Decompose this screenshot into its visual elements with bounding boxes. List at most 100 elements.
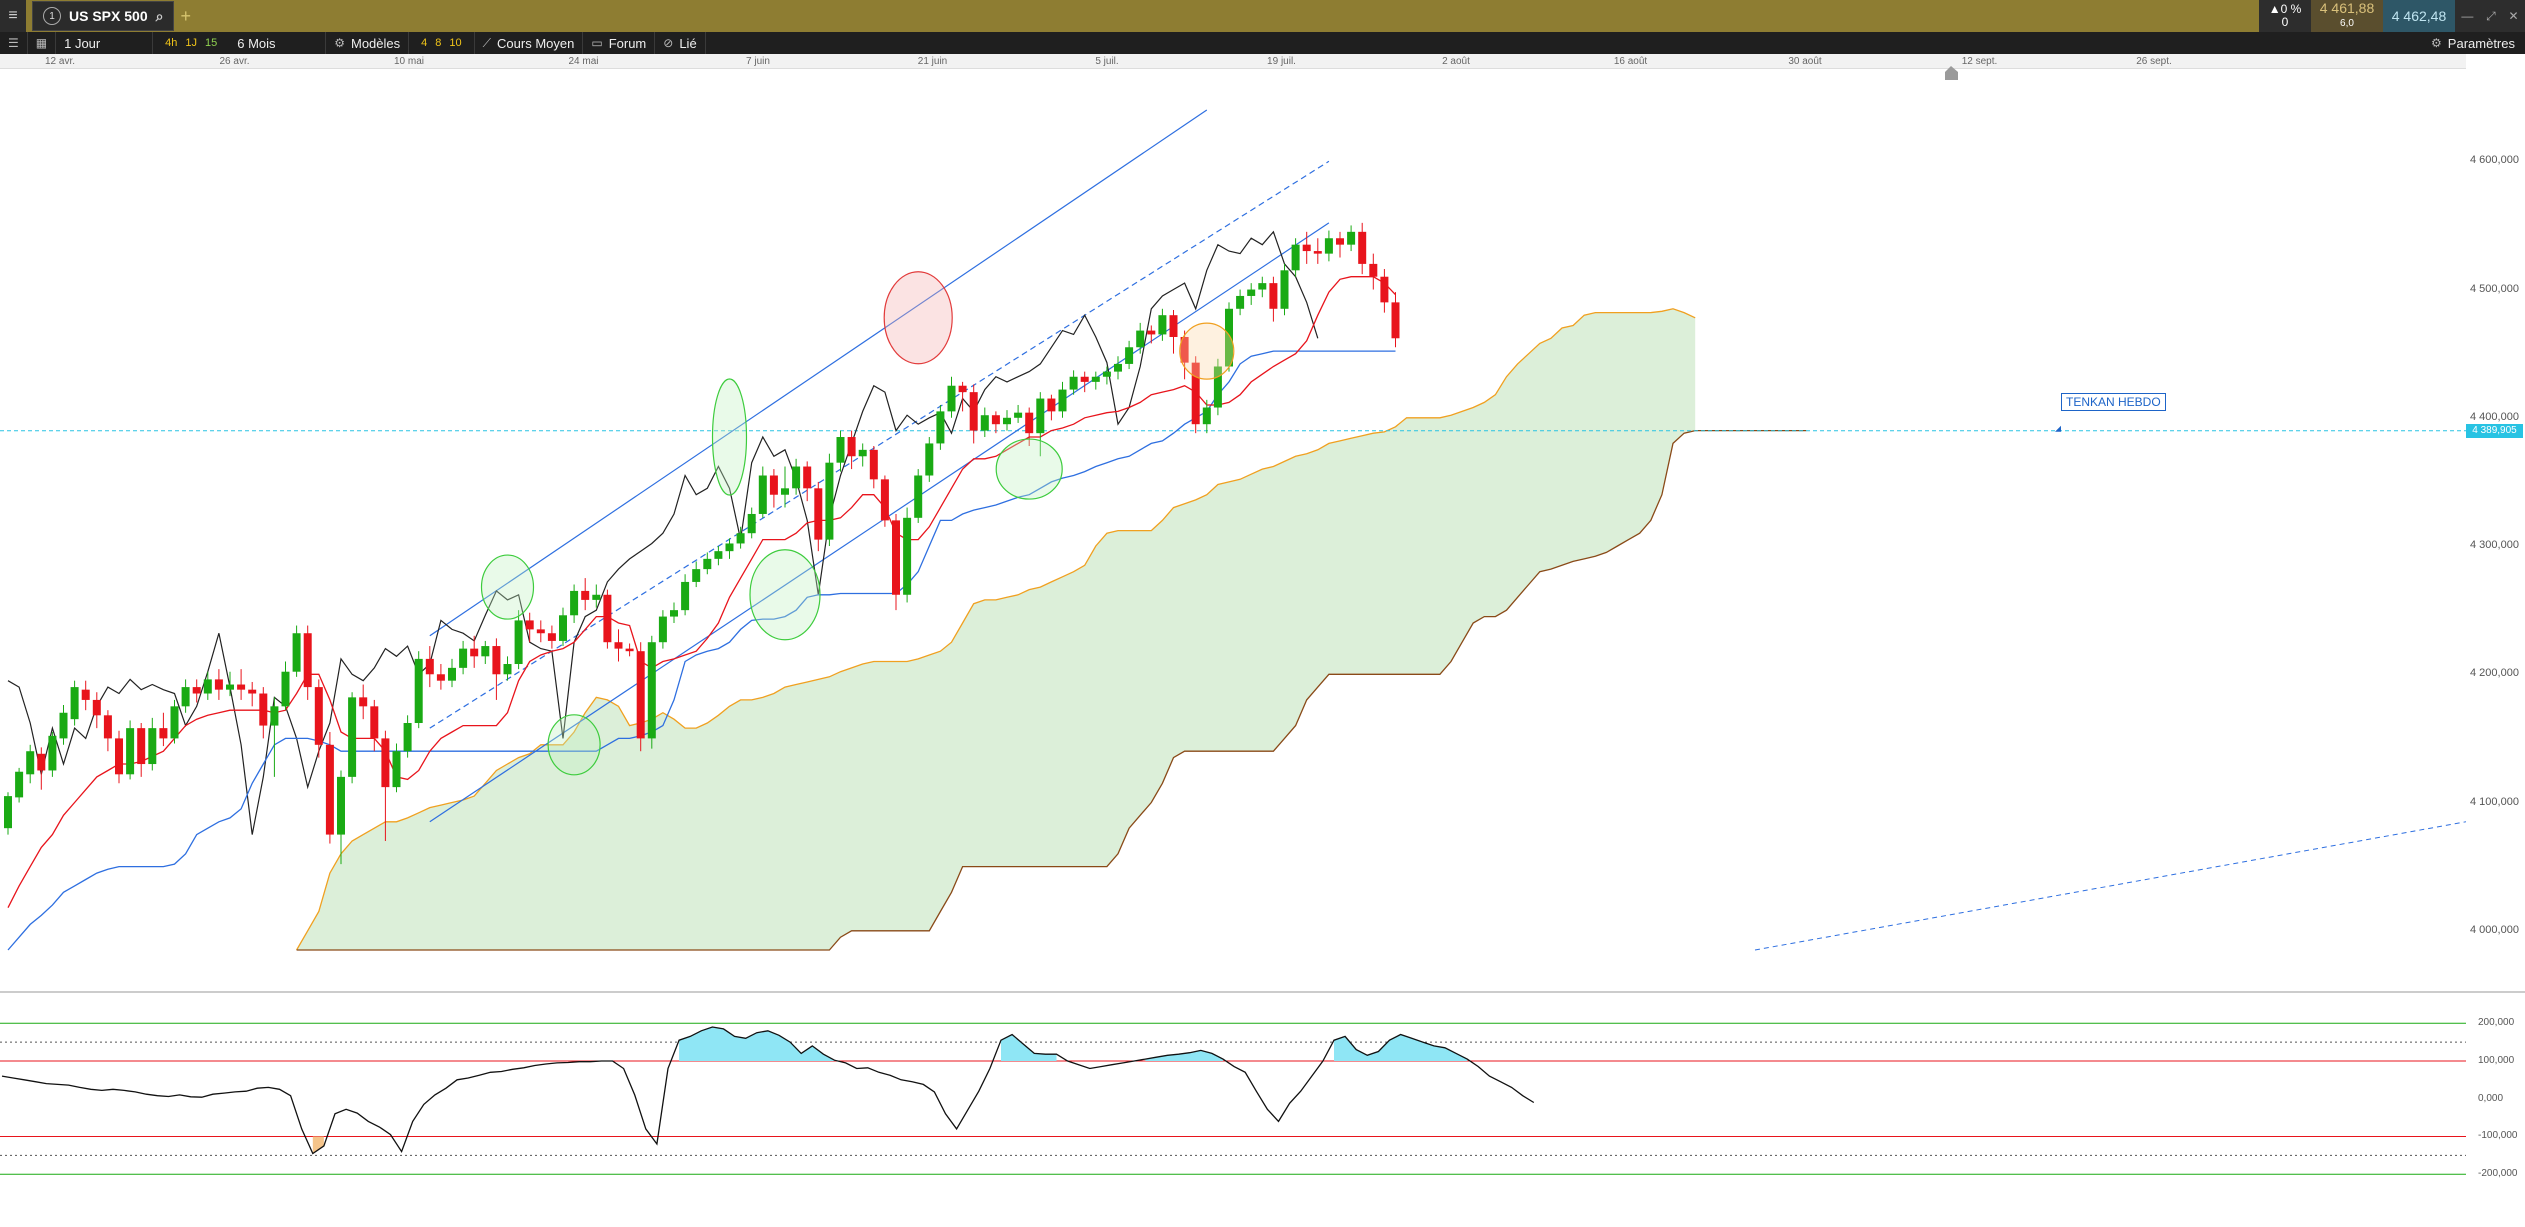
candle-bull (148, 728, 157, 765)
candle-bull (403, 723, 412, 752)
candle-bull (736, 533, 745, 544)
candle-bear (314, 687, 323, 745)
candle-bull (703, 558, 712, 570)
candle-bear (1336, 238, 1344, 245)
candle-bull (292, 633, 301, 672)
candle-bull (348, 697, 357, 777)
highlight-ellipse-green (995, 438, 1063, 500)
highlight-ellipse-red (883, 271, 953, 365)
candle-bear (847, 437, 856, 457)
candle-bull (925, 443, 934, 476)
candle-bull (914, 475, 923, 518)
candle-bull (570, 590, 579, 616)
candle-bear (137, 728, 146, 765)
y-tick-label: 4 100,000 (2470, 795, 2519, 808)
candle-bull (514, 620, 523, 665)
y-tick-label: 4 000,000 (2470, 923, 2519, 936)
candle-bear (370, 706, 379, 739)
highlight-ellipse-green (547, 714, 601, 776)
candle-bull (126, 728, 135, 775)
current-price-box: 4 389,905 (2466, 423, 2523, 438)
kumo-cloud (296, 308, 1696, 950)
candle-bear (1380, 276, 1389, 303)
oscillator-y-tick-label: 0,000 (2478, 1092, 2504, 1104)
price-chart[interactable] (0, 0, 2525, 1227)
candle-bull (481, 646, 490, 657)
candle-bear (425, 658, 434, 675)
candle-bull (337, 776, 345, 835)
cci-overbought-fill (1001, 1034, 1057, 1061)
y-tick-label: 4 300,000 (2470, 539, 2519, 552)
candle-bear (625, 648, 634, 652)
candle-bear (259, 693, 268, 726)
candle-bull (980, 415, 989, 431)
candle-bear (492, 646, 501, 675)
candle-bear (1169, 315, 1178, 337)
candle-bear (892, 520, 900, 595)
candle-bull (15, 771, 24, 798)
projection-dashed-line (1754, 821, 2466, 951)
candle-bull (1247, 289, 1256, 296)
candle-bear (37, 753, 46, 771)
candle-bull (1347, 231, 1356, 245)
candle-bull (281, 671, 290, 707)
candle-bear (1269, 283, 1278, 309)
candle-bull (70, 687, 79, 720)
highlight-ellipse-green (749, 549, 821, 641)
candle-bear (1313, 251, 1322, 254)
candle-bear (470, 648, 479, 657)
oscillator-y-tick-label: -200,000 (2478, 1168, 2518, 1180)
highlight-ellipse-orange (1179, 322, 1235, 380)
candle-bull (270, 706, 279, 726)
candle-bull (1202, 407, 1211, 425)
candle-bull (714, 551, 723, 559)
candle-bull (48, 735, 57, 771)
candle-bear (115, 738, 123, 775)
candle-bull (459, 648, 468, 668)
candle-bull (858, 449, 867, 457)
candle-bear (636, 651, 645, 739)
candle-bull (947, 385, 956, 412)
candle-bear (603, 594, 612, 643)
candle-bear (436, 674, 445, 681)
oscillator-y-tick-label: 100,000 (2478, 1054, 2515, 1066)
oscillator-y-tick-label: -100,000 (2478, 1130, 2518, 1142)
candle-bull (1291, 244, 1300, 271)
candle-bear (248, 689, 257, 694)
candle-bull (59, 712, 68, 739)
candle-bear (525, 620, 534, 630)
candle-bull (1036, 398, 1045, 434)
candle-bear (303, 633, 312, 688)
candle-bull (4, 796, 12, 829)
candle-bear (814, 488, 823, 540)
candle-bear (1025, 412, 1034, 434)
highlight-ellipse-green (480, 554, 535, 620)
candle-bear (159, 728, 168, 739)
candle-bear (1302, 244, 1311, 252)
candle-bear (581, 590, 590, 600)
candle-bull (170, 706, 179, 739)
candle-bull (825, 462, 834, 540)
candle-bear (1147, 330, 1156, 335)
candle-bull (681, 581, 690, 611)
candle-bull (1091, 376, 1100, 382)
candle-bull (1258, 283, 1267, 290)
cci-overbought-fill (1145, 1050, 1223, 1061)
y-tick-label: 4 200,000 (2470, 667, 2519, 680)
tenkan-label-pointer (2055, 425, 2061, 432)
candle-bull (226, 684, 234, 690)
candle-bull (559, 615, 567, 641)
candle-bear (614, 642, 623, 649)
candle-bull (1058, 389, 1067, 412)
candle-bear (214, 679, 223, 690)
alert-marker-icon (1945, 66, 1958, 80)
tenkan-hebdo-label: TENKAN HEBDO (2061, 393, 2166, 411)
candle-bull (592, 594, 601, 600)
candle-bear (869, 449, 878, 480)
candle-bull (758, 475, 767, 514)
candle-bull (836, 437, 845, 463)
candle-bull (1125, 347, 1134, 364)
candle-bear (1047, 398, 1056, 412)
candle-bear (1358, 231, 1367, 264)
candle-bull (792, 466, 801, 489)
